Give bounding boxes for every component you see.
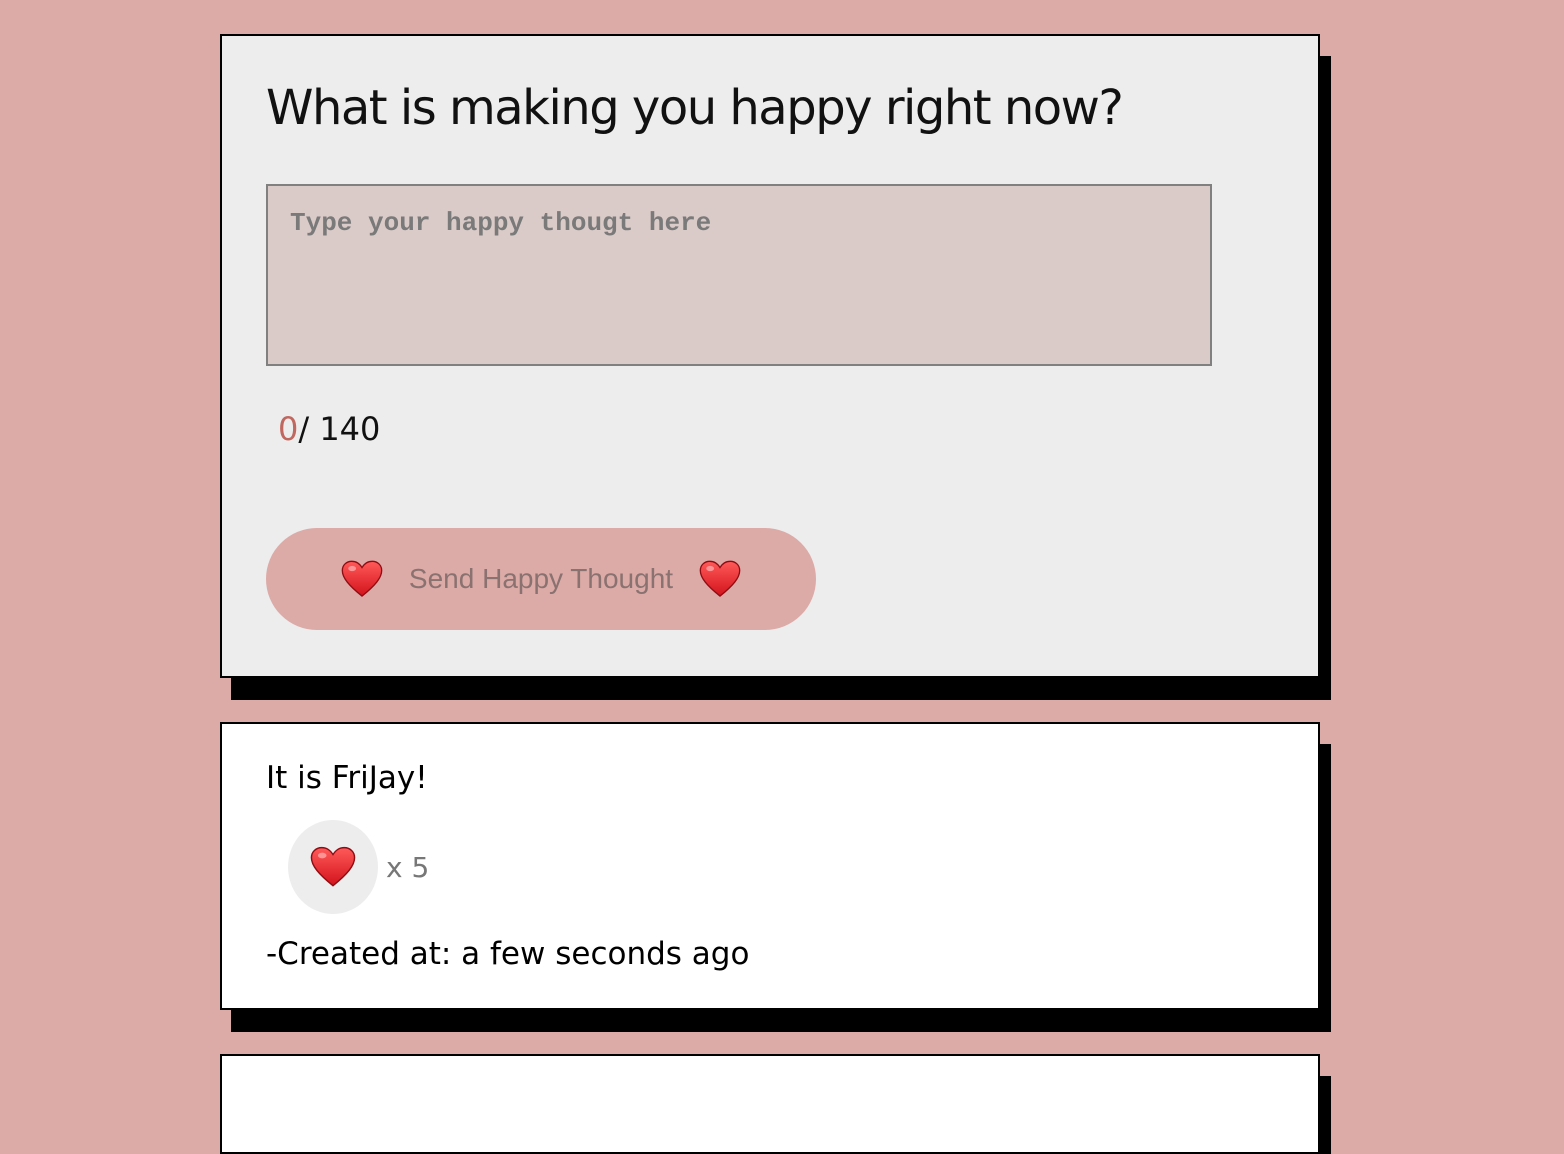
character-counter: 0/ 140 [278,410,380,448]
heart-icon [699,558,741,600]
thought-card [220,1054,1320,1154]
thought-form-card: What is making you happy right now? 0/ 1… [220,34,1320,678]
send-happy-thought-button[interactable]: Send Happy Thought [266,528,816,630]
send-button-label: Send Happy Thought [408,563,674,594]
character-limit: / 140 [298,410,381,448]
created-at: -Created at: a few seconds ago [266,936,750,972]
like-count: x 5 [386,850,430,884]
like-button[interactable] [288,820,378,914]
form-title: What is making you happy right now? [266,80,1124,136]
heart-icon [310,844,356,890]
character-count: 0 [278,410,299,448]
thought-message: It is FriJay! [266,760,428,796]
thought-card: It is FriJay! x 5 -Created at: a few sec… [220,722,1320,1010]
heart-icon [341,558,383,600]
like-row: x 5 [288,820,429,914]
thought-input[interactable] [266,184,1212,366]
